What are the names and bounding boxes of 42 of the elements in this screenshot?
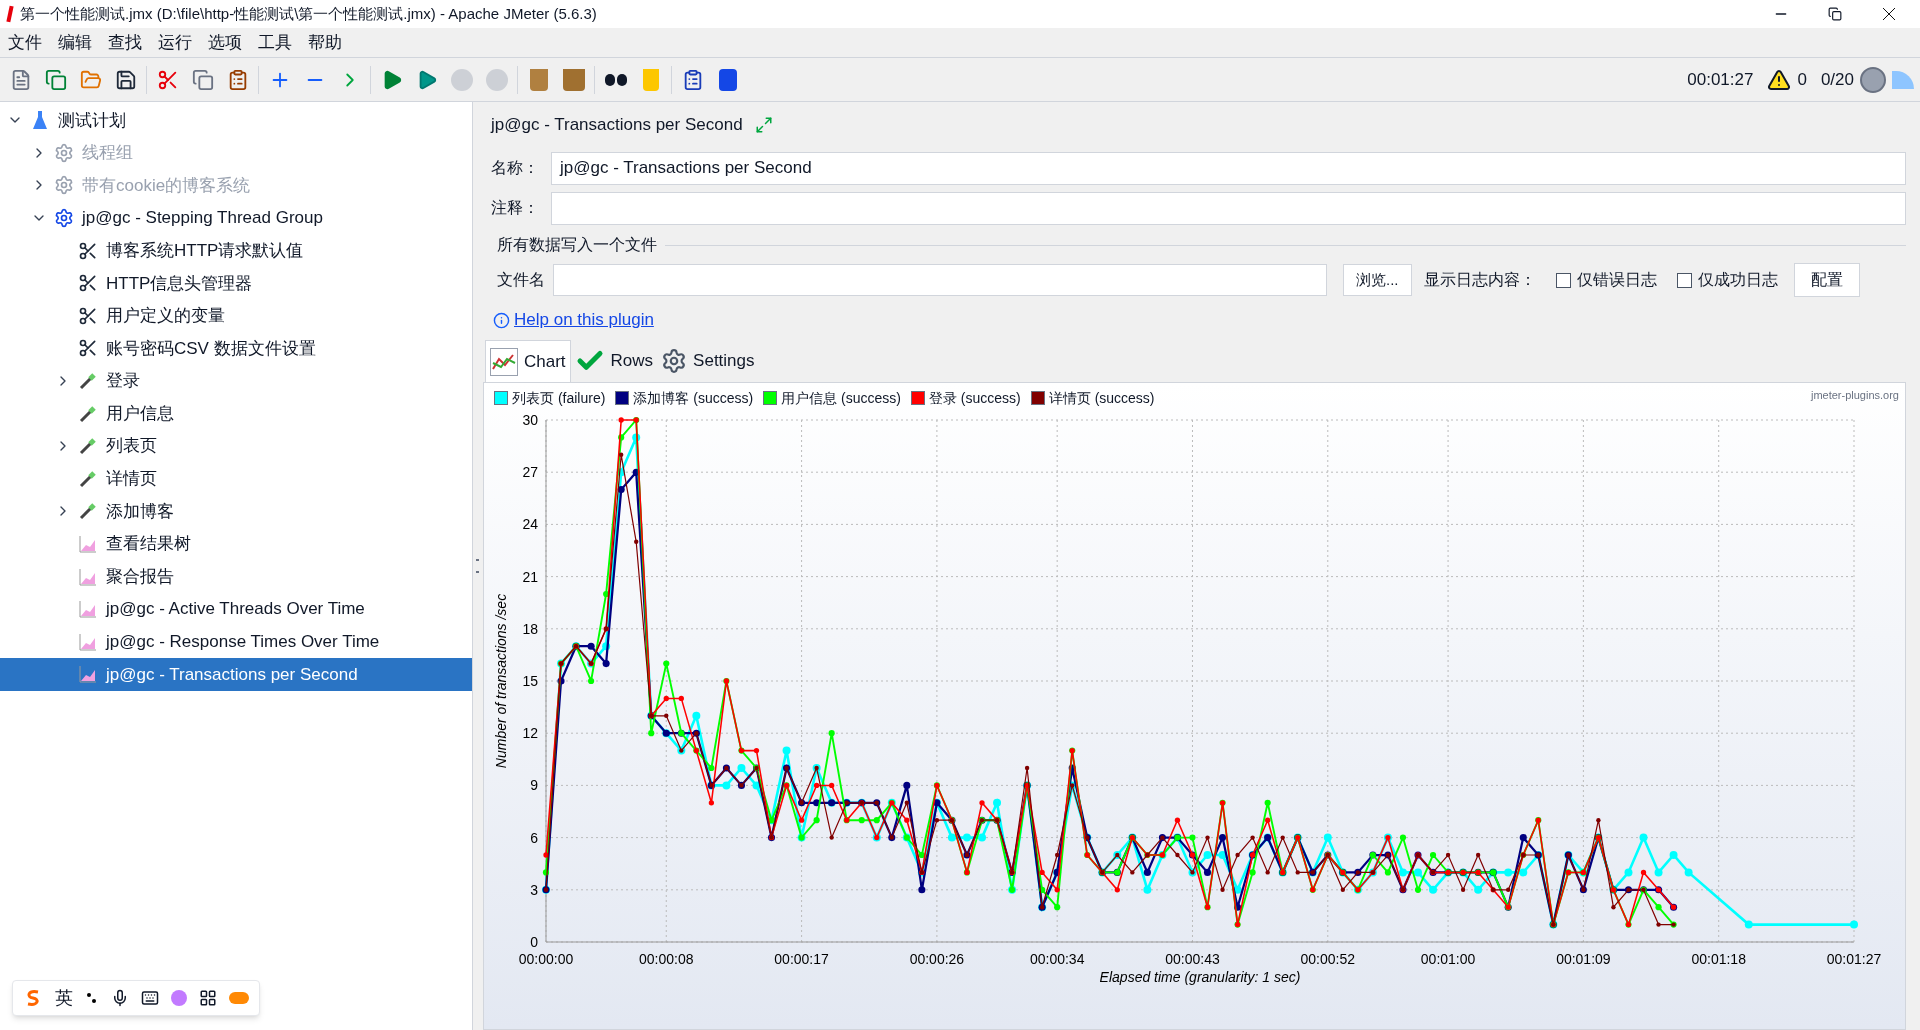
y-tick-label: 27 xyxy=(522,464,538,481)
x-tick-label: 00:00:34 xyxy=(1029,951,1085,967)
y-tick-label: 24 xyxy=(522,516,538,533)
field-label: 注释： xyxy=(491,198,540,218)
panel-title: jp@gc - Transactions per Second xyxy=(491,114,743,137)
y-tick-label: 12 xyxy=(522,725,538,742)
x-tick-label: 00:00:26 xyxy=(909,951,965,967)
y-tick-label: 18 xyxy=(522,620,538,637)
section-title: 所有数据写入一个文件 xyxy=(497,235,657,255)
checkbox-label: 仅成功日志 xyxy=(1697,270,1778,290)
x-tick-label: 00:01:18 xyxy=(1691,951,1746,967)
y-tick-label: 30 xyxy=(522,412,538,428)
legend-label: 登录 (success) xyxy=(928,388,1021,408)
x-tick-label: 00:00:52 xyxy=(1300,951,1356,967)
warning-count: 0 xyxy=(1797,68,1807,91)
window-title: 第一个性能测试.jmx (D:\file\http-性能测试\第一个性能测试.jmx) - Apache JMeter (5.6.3) xyxy=(20,3,597,24)
watermark-text: jmeter-plugins.org xyxy=(1810,388,1899,403)
y-axis-title: Number of transactions /sec xyxy=(493,593,509,769)
legend-label: 添加博客 (success) xyxy=(633,388,754,408)
log-label: 显示日志内容： xyxy=(1423,270,1536,290)
y-tick-label: 21 xyxy=(522,568,538,585)
elapsed-time: 00:01:27 xyxy=(1687,68,1754,91)
legend-label: 详情页 (success) xyxy=(1048,388,1155,408)
y-tick-label: 15 xyxy=(522,673,538,689)
y-tick-label: 3 xyxy=(530,881,538,898)
field-label: 文件名 xyxy=(497,270,545,290)
y-tick-label: 0 xyxy=(530,934,538,950)
x-tick-label: 00:01:09 xyxy=(1556,951,1611,967)
thread-count: 0/20 xyxy=(1820,68,1854,91)
x-axis-title: Elapsed time (granularity: 1 sec) xyxy=(1099,969,1301,985)
x-tick-label: 00:00:08 xyxy=(639,951,694,967)
x-tick-label: 00:01:00 xyxy=(1420,951,1476,967)
x-tick-label: 00:01:27 xyxy=(1826,951,1882,967)
field-label: 名称： xyxy=(491,158,540,178)
x-tick-label: 00:00:00 xyxy=(518,951,574,967)
legend-label: 列表页 (failure) xyxy=(512,388,606,408)
x-tick-label: 00:00:43 xyxy=(1165,951,1220,967)
y-tick-label: 6 xyxy=(530,829,538,846)
x-tick-label: 00:00:17 xyxy=(774,951,829,967)
y-tick-label: 9 xyxy=(530,777,538,794)
legend-label: 用户信息 (success) xyxy=(781,388,901,408)
checkbox-label: 仅错误日志 xyxy=(1576,270,1657,290)
